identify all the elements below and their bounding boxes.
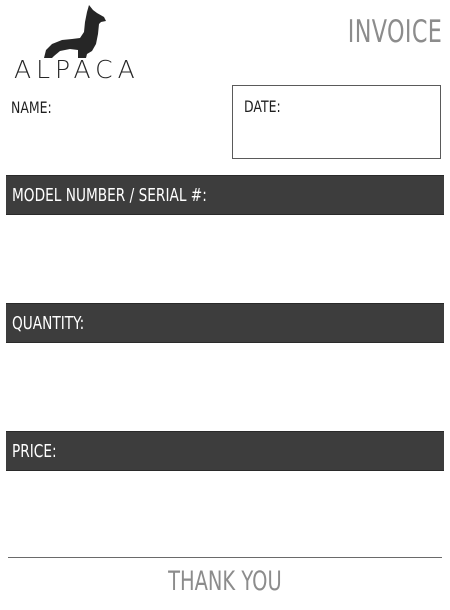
date-box: DATE:	[232, 85, 441, 159]
thank-you-footer: THANK YOU	[0, 566, 450, 597]
quantity-label: QUANTITY:	[12, 313, 85, 334]
invoice-title: INVOICE	[347, 14, 442, 50]
logo: ALPACA	[14, 4, 140, 84]
model-serial-label: MODEL NUMBER / SERIAL #:	[12, 185, 207, 206]
name-label: NAME:	[11, 98, 52, 117]
alpaca-icon	[44, 5, 106, 58]
price-label: PRICE:	[12, 441, 57, 462]
model-serial-section-bar: MODEL NUMBER / SERIAL #:	[6, 175, 444, 215]
footer-divider	[8, 557, 442, 558]
date-label: DATE:	[244, 97, 281, 116]
price-section-bar: PRICE:	[6, 431, 444, 471]
logo-text: ALPACA	[14, 55, 140, 84]
quantity-section-bar: QUANTITY:	[6, 303, 444, 343]
thank-you-text: THANK YOU	[168, 566, 282, 597]
